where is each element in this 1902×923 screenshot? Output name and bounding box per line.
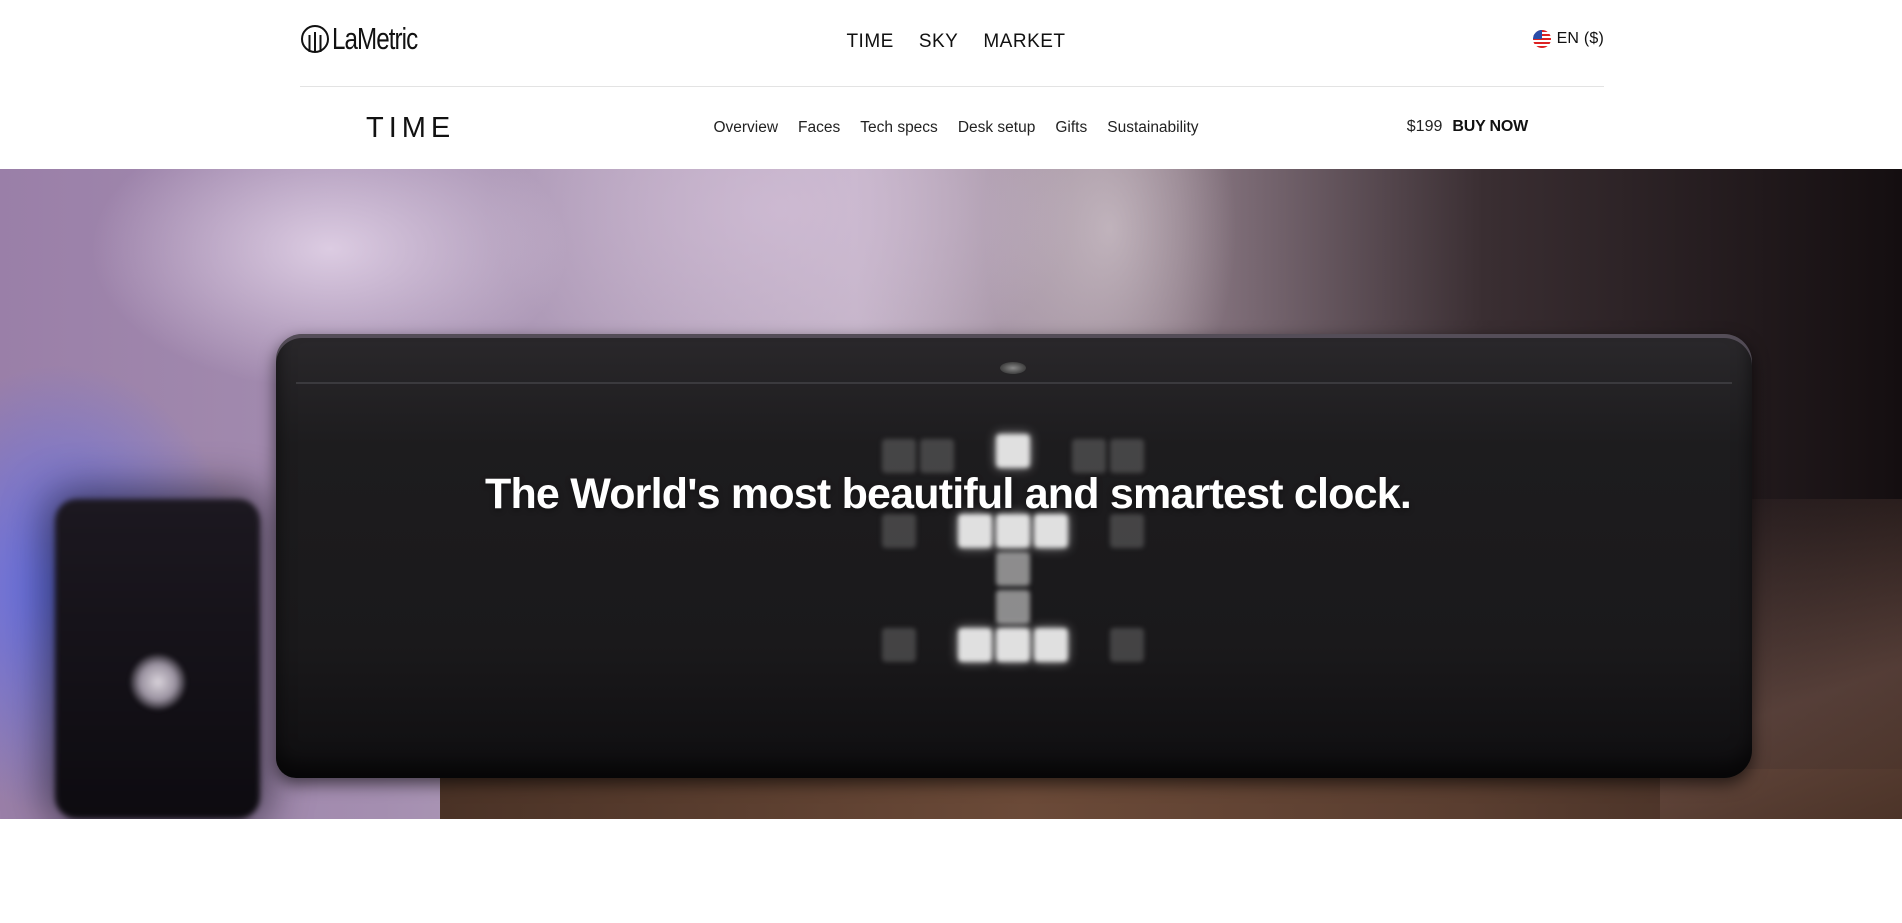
display-pixel (882, 514, 916, 548)
section-link-desk-setup[interactable]: Desk setup (958, 118, 1036, 138)
product-subnav: TIME Overview Faces Tech specs Desk setu… (300, 88, 1604, 168)
display-pixel (958, 628, 992, 662)
clock-light-sensor (1000, 362, 1026, 374)
language-label: EN ($) (1556, 30, 1604, 47)
section-link-gifts[interactable]: Gifts (1055, 118, 1087, 138)
display-pixel (920, 439, 954, 473)
display-pixel (958, 514, 992, 548)
display-pixel (1034, 628, 1068, 662)
display-pixel (996, 552, 1030, 586)
section-link-sustainability[interactable]: Sustainability (1107, 118, 1198, 138)
display-pixel (1110, 439, 1144, 473)
display-pixel (996, 514, 1030, 548)
top-header: LaMetric TIME SKY MARKET EN ($) (300, 0, 1604, 87)
hero-section: The World's most beautiful and smartest … (0, 169, 1902, 819)
product-price: $199 (1406, 118, 1443, 135)
section-link-faces[interactable]: Faces (798, 118, 840, 138)
hero-headline-text: The World's most beautiful and smartest … (485, 470, 1412, 518)
display-pixel (1072, 439, 1106, 473)
display-pixel (882, 439, 916, 473)
nav-item-market[interactable]: MARKET (983, 28, 1065, 56)
display-pixel (1110, 514, 1144, 548)
lametric-time-clock-image (276, 334, 1752, 778)
display-pixel (996, 628, 1030, 662)
section-link-overview[interactable]: Overview (713, 118, 778, 138)
clock-seam (296, 382, 1732, 384)
buy-now-button[interactable]: BUY NOW (1452, 118, 1528, 136)
nav-item-sky[interactable]: SKY (919, 28, 959, 56)
display-pixel (996, 590, 1030, 624)
display-pixel (1110, 628, 1144, 662)
speaker-light (130, 654, 186, 710)
display-pixel (882, 628, 916, 662)
display-pixel (1034, 514, 1068, 548)
us-flag-icon (1532, 30, 1551, 48)
section-link-tech-specs[interactable]: Tech specs (860, 118, 938, 138)
main-nav: TIME SKY MARKET (300, 28, 1604, 56)
language-selector[interactable]: EN ($) (1532, 30, 1604, 48)
display-pixel (996, 434, 1030, 468)
hero-headline: The World's most beautiful and smartest … (0, 470, 1902, 519)
nav-item-time[interactable]: TIME (846, 28, 893, 56)
buy-area: $199 BUY NOW (1407, 118, 1528, 136)
